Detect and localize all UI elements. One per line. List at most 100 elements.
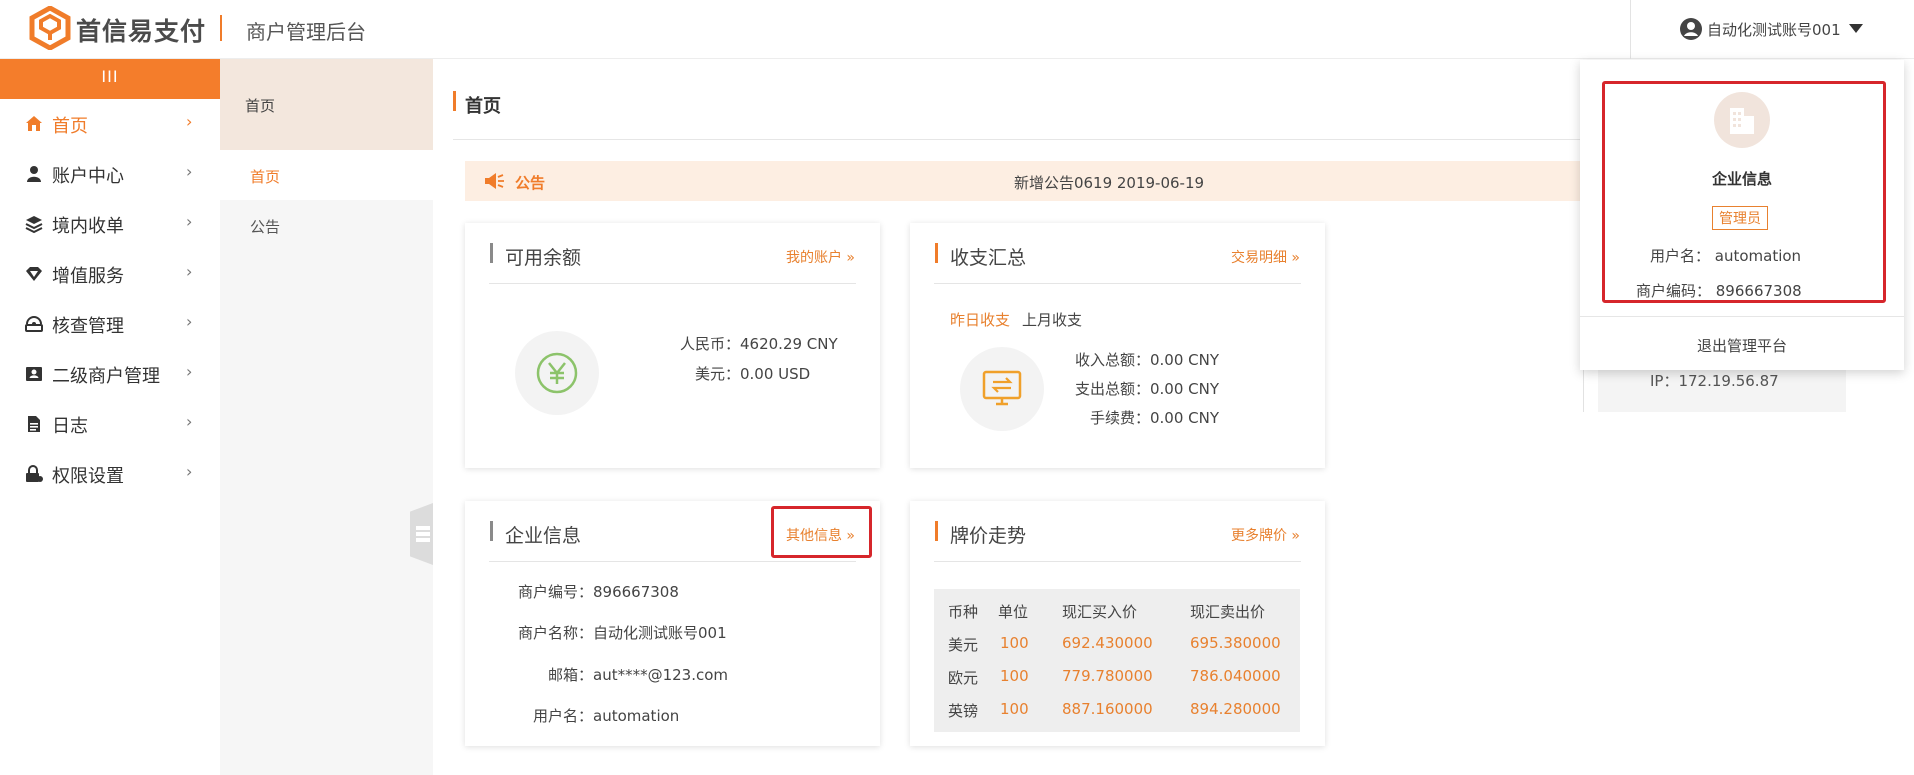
- rmb-label: 人民币：: [679, 335, 740, 353]
- subnav-item-label: 公告: [250, 218, 281, 236]
- sidebar-item-label: 核查管理: [52, 316, 124, 337]
- user-menu-trigger[interactable]: 自动化测试账号001: [1630, 0, 1914, 59]
- sidebar-item-account[interactable]: 账户中心 ›: [0, 149, 220, 199]
- usd-value: 0.00 USD: [740, 365, 811, 383]
- role-badge: 管理员: [1712, 206, 1768, 230]
- unit-cell: 100: [1000, 667, 1029, 685]
- username-value: automation: [593, 707, 680, 725]
- brand-logo-icon: [29, 6, 71, 50]
- tab-yesterday[interactable]: 昨日收支: [950, 309, 1010, 330]
- email-row: 邮箱：aut****@123.com: [505, 664, 728, 685]
- income-row: 收入总额：0.00 CNY: [1060, 349, 1219, 370]
- dropdown-username: 用户名： automation: [1650, 247, 1802, 265]
- secondary-nav-title: 首页: [245, 97, 276, 115]
- rates-header-row: 币种 单位 现汇买入价 现汇卖出价: [934, 593, 1300, 626]
- sidebar-item-value-added[interactable]: 增值服务 ›: [0, 249, 220, 299]
- usd-balance-row: 美元：0.00 USD: [640, 363, 810, 384]
- currency-cell: 欧元: [948, 669, 979, 687]
- sidebar-item-label: 二级商户管理: [52, 366, 160, 387]
- merchant-no-value: 896667308: [593, 583, 679, 601]
- currency-cell: 美元: [948, 636, 979, 654]
- sidebar-item-label: 境内收单: [52, 216, 124, 237]
- merchant-name-row: 商户名称：自动化测试账号001: [505, 622, 727, 643]
- card-accent-bar: [935, 243, 938, 263]
- sidebar-item-label: 账户中心: [52, 166, 124, 187]
- sidebar-item-permissions[interactable]: 权限设置 ›: [0, 449, 220, 499]
- exchange-rate-card: 牌价走势 更多牌价 » 币种 单位 现汇买入价 现汇卖出价 美元 100 692…: [910, 501, 1325, 746]
- user-avatar-icon: [1680, 18, 1702, 40]
- building-icon: [1730, 108, 1754, 134]
- expense-label: 支出总额：: [1074, 380, 1150, 398]
- currency-cell: 英镑: [948, 702, 979, 720]
- merchant-name-label: 商户名称：: [517, 624, 593, 642]
- merchant-no-row: 商户编号：896667308: [505, 581, 679, 602]
- expense-row: 支出总额：0.00 CNY: [1060, 378, 1219, 399]
- subnav-item-home[interactable]: 首页: [220, 150, 433, 200]
- sell-price-cell: 786.040000: [1190, 667, 1281, 685]
- card-title: 牌价走势: [950, 525, 1027, 547]
- username-row: 用户名：automation: [505, 705, 679, 726]
- page-title: 首页: [465, 96, 501, 117]
- collapse-handle[interactable]: [410, 503, 433, 565]
- header-cell: 现汇卖出价: [1190, 603, 1266, 621]
- email-value: aut****@123.com: [593, 666, 729, 684]
- logout-button[interactable]: 退出管理平台: [1580, 335, 1904, 356]
- rmb-value: 4620.29 CNY: [740, 335, 838, 353]
- fee-label: 手续费：: [1089, 409, 1150, 427]
- subnav-item-notice[interactable]: 公告: [220, 200, 433, 250]
- home-icon: [26, 116, 42, 131]
- balance-card: 可用余额 我的账户 » 人民币：4620.29 CNY 美元：0.00 USD: [465, 223, 880, 468]
- chevron-right-icon: ›: [186, 262, 193, 281]
- card-accent-bar: [490, 243, 493, 263]
- yuan-icon-circle: [515, 331, 599, 415]
- diamond-icon: [26, 267, 42, 281]
- username-label: 用户名：: [532, 707, 593, 725]
- sidebar-item-verification[interactable]: 核查管理 ›: [0, 299, 220, 349]
- buy-price-cell: 779.780000: [1062, 667, 1153, 685]
- sidebar-item-label: 日志: [52, 416, 88, 437]
- email-label: 邮箱：: [547, 666, 593, 684]
- transaction-detail-link[interactable]: 交易明细 »: [1231, 247, 1300, 267]
- tab-last-month[interactable]: 上月收支: [1022, 309, 1082, 330]
- merchant-no-label: 商户编号：: [517, 583, 593, 601]
- company-avatar: [1714, 92, 1770, 148]
- header-cell: 单位: [998, 603, 1029, 621]
- more-rates-link[interactable]: 更多牌价 »: [1231, 525, 1300, 545]
- title-accent-bar: [453, 91, 456, 111]
- dropdown-merchant-code: 商户编码： 896667308: [1636, 282, 1802, 300]
- id-card-icon: [26, 367, 42, 381]
- title-divider: [453, 139, 1613, 140]
- secondary-nav-header: 首页: [220, 59, 433, 150]
- sell-price-cell: 695.380000: [1190, 634, 1281, 652]
- user-icon: [27, 166, 41, 182]
- summary-card: 收支汇总 交易明细 » 昨日收支 上月收支 收入总额：0.00 CNY 支出总额…: [910, 223, 1325, 468]
- card-title: 可用余额: [505, 247, 582, 269]
- card-divider: [934, 561, 1301, 562]
- sidebar-item-home[interactable]: 首页 ›: [0, 99, 220, 149]
- user-name: 自动化测试账号001: [1707, 21, 1841, 39]
- notice-text[interactable]: 新增公告0619 2019-06-19: [465, 172, 1613, 193]
- sidebar: III 首页 › 账户中心 › 境内收单 › 增值服务 › 核查管理 › 二级商…: [0, 59, 220, 775]
- my-account-link[interactable]: 我的账户 »: [786, 247, 855, 267]
- sidebar-item-domestic[interactable]: 境内收单 ›: [0, 199, 220, 249]
- layers-icon: [25, 216, 43, 234]
- system-title: 商户管理后台: [246, 20, 366, 44]
- sidebar-item-log[interactable]: 日志 ›: [0, 399, 220, 449]
- card-accent-bar: [490, 521, 493, 541]
- card-title: 企业信息: [505, 525, 582, 547]
- card-divider: [934, 283, 1301, 284]
- chevron-right-icon: ›: [186, 362, 193, 381]
- menu-icon: [416, 526, 430, 542]
- chevron-right-icon: ›: [186, 462, 193, 481]
- card-divider: [489, 283, 856, 284]
- check-icon: [25, 316, 43, 332]
- sidebar-item-sub-merchant[interactable]: 二级商户管理 ›: [0, 349, 220, 399]
- card-divider: [489, 561, 856, 562]
- notice-bar[interactable]: 公告 新增公告0619 2019-06-19: [465, 161, 1613, 201]
- income-label: 收入总额：: [1074, 351, 1150, 369]
- menu-toggle-button[interactable]: III: [0, 59, 220, 99]
- unit-cell: 100: [1000, 700, 1029, 718]
- chevron-right-icon: ›: [186, 412, 193, 431]
- table-row: 美元 100 692.430000 695.380000: [934, 626, 1300, 659]
- dropdown-divider: [1580, 316, 1904, 317]
